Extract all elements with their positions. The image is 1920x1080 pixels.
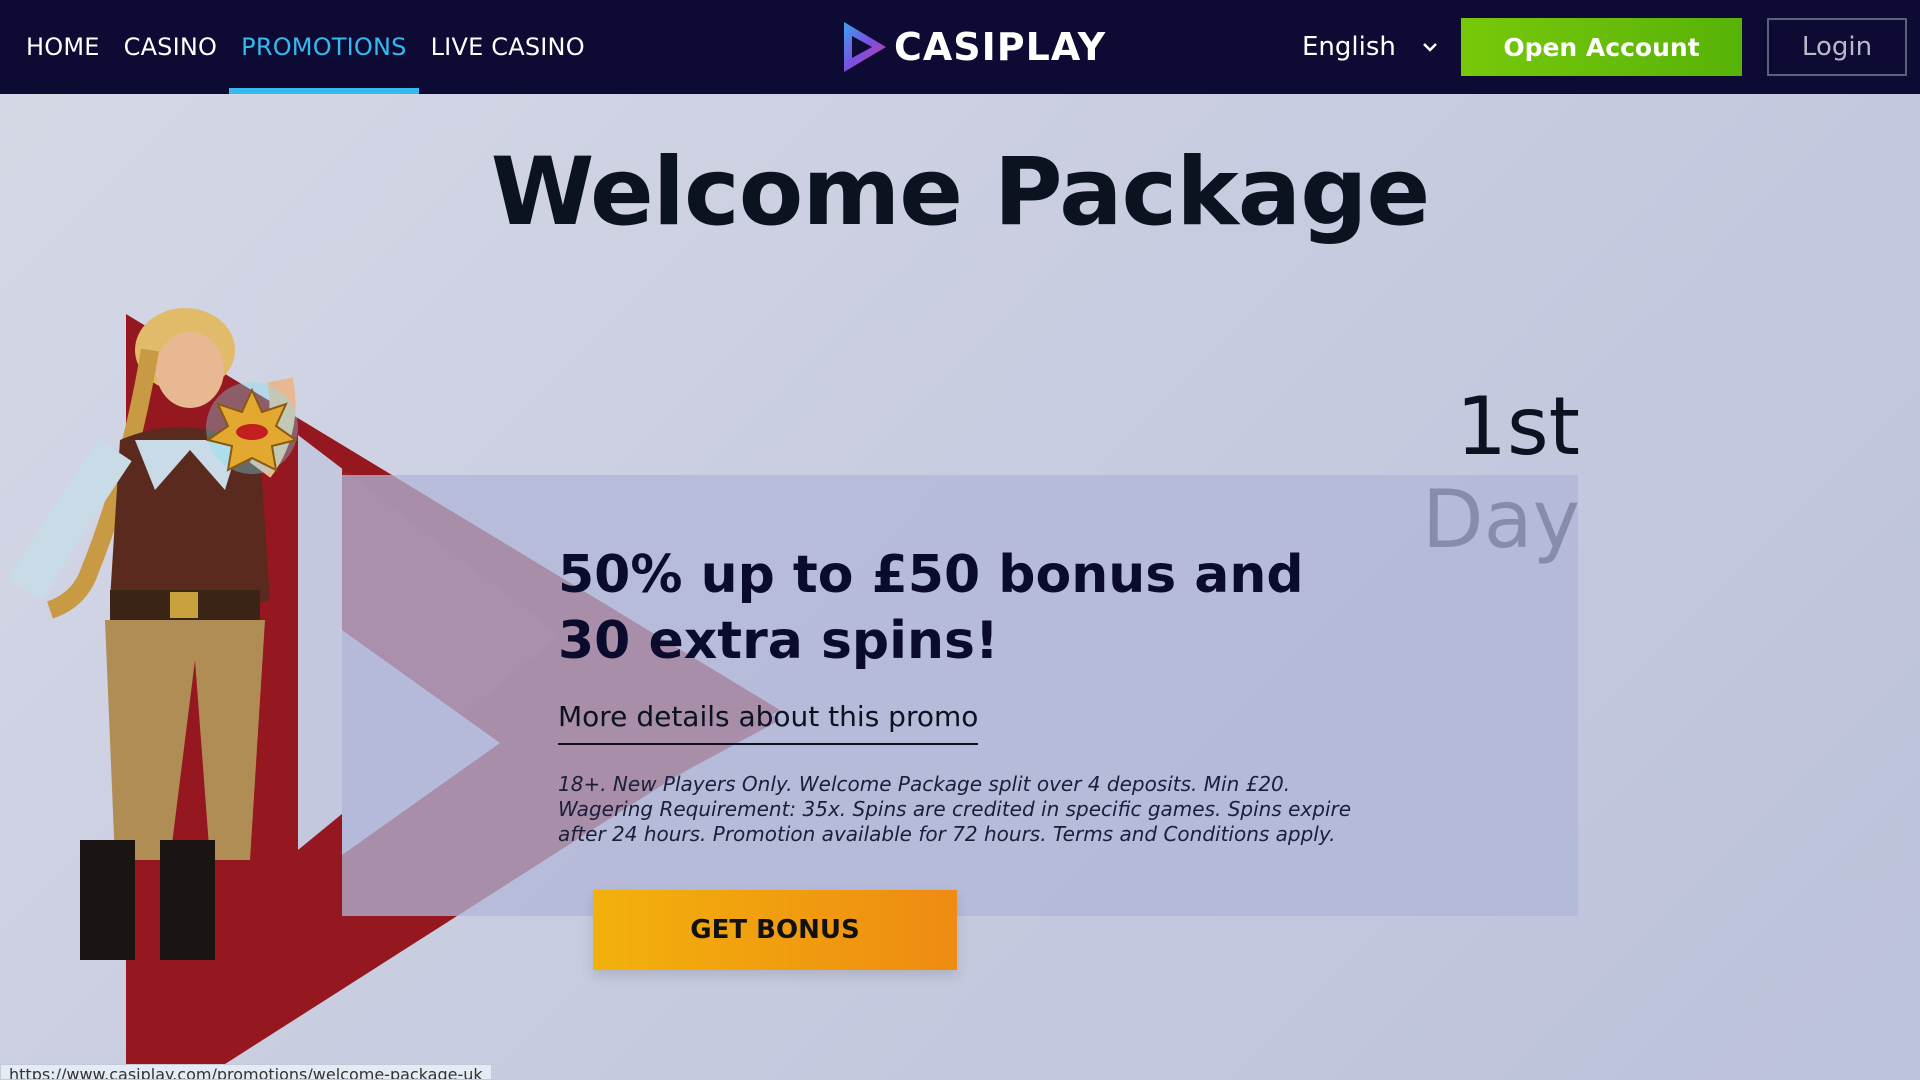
status-bar-url: https://www.casiplay.com/promotions/welc… (0, 1064, 492, 1080)
nav-item-home[interactable]: HOME (14, 0, 112, 94)
chevron-down-icon (1420, 37, 1440, 57)
nav-item-casino[interactable]: CASINO (112, 0, 230, 94)
more-details-link[interactable]: More details about this promo (558, 700, 979, 745)
logo-text: CASIPLAY (894, 25, 1107, 69)
language-label: English (1302, 32, 1396, 62)
login-button[interactable]: Login (1767, 18, 1907, 76)
play-triangle-icon (844, 22, 886, 72)
main-nav: HOME CASINO PROMOTIONS LIVE CASINO (14, 0, 597, 94)
eye-of-horus-amulet-icon (205, 382, 299, 474)
page-title: Welcome Package (490, 138, 1431, 247)
get-bonus-button[interactable]: GET BONUS (593, 890, 957, 970)
casiplay-logo[interactable]: CASIPLAY (842, 20, 1106, 74)
language-selector[interactable]: English (1302, 26, 1440, 68)
top-navigation-bar: HOME CASINO PROMOTIONS LIVE CASINO CASIP… (0, 0, 1920, 94)
promo-headline: 50% up to £50 bonus and 30 extra spins! (558, 545, 1304, 671)
open-account-button[interactable]: Open Account (1461, 18, 1742, 76)
promo-terms: 18+. New Players Only. Welcome Package s… (558, 772, 1352, 846)
nav-item-promotions[interactable]: PROMOTIONS (229, 0, 420, 94)
nav-item-live-casino[interactable]: LIVE CASINO (419, 0, 597, 94)
